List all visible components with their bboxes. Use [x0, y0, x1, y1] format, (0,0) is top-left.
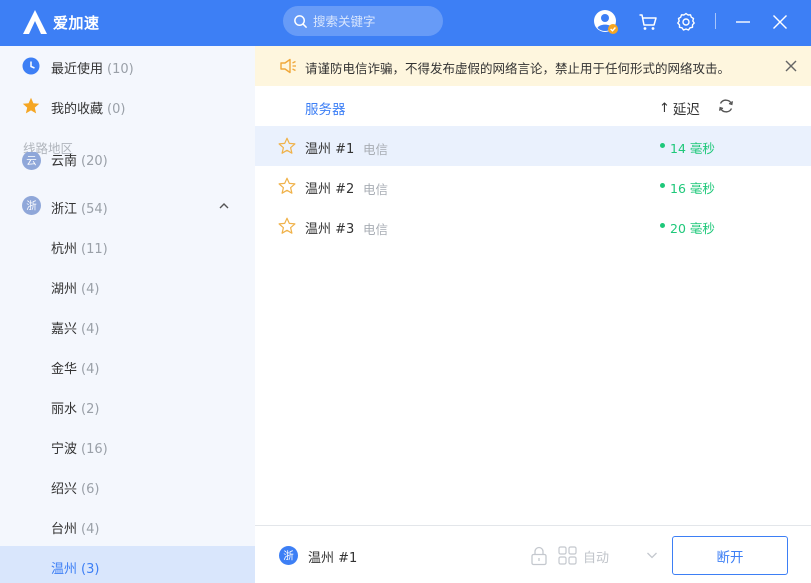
- user-avatar[interactable]: [592, 8, 620, 36]
- notice-close-icon[interactable]: [783, 58, 799, 74]
- column-header-server[interactable]: 服务器: [305, 98, 346, 118]
- current-server-name: 温州 #1: [308, 551, 358, 566]
- sidebar-item-label: 浙江: [51, 202, 78, 217]
- sidebar-item-recent[interactable]: 最近使用 (10): [0, 46, 255, 86]
- cart-icon: [639, 14, 657, 30]
- speaker-icon: [280, 58, 296, 74]
- close-icon: [773, 15, 787, 29]
- connection-footer: 浙 温州 #1 自动 断开: [255, 525, 811, 583]
- sidebar-item-label: 我的收藏: [51, 102, 104, 117]
- logo-icon: [23, 10, 47, 34]
- server-latency: 16 毫秒: [670, 181, 715, 196]
- sidebar-item-count: (10): [107, 62, 134, 77]
- sidebar-item-city[interactable]: 绍兴 (6): [0, 466, 255, 506]
- star-icon: [22, 97, 40, 114]
- sidebar-item-city[interactable]: 台州 (4): [0, 506, 255, 546]
- notice-text: 请谨防电信诈骗，不得发布虚假的网络言论，禁止用于任何形式的网络攻击。: [305, 61, 731, 76]
- city-label: 湖州: [51, 282, 78, 297]
- sidebar-item-label: 云南: [51, 154, 78, 169]
- sidebar-item-province-zhejiang[interactable]: 浙 浙江 (54): [0, 186, 255, 226]
- city-count: (4): [81, 282, 100, 297]
- server-row[interactable]: 温州 #3 电信 20 毫秒: [255, 206, 811, 246]
- sidebar-item-city[interactable]: 金华 (4): [0, 346, 255, 386]
- favorite-star-icon[interactable]: [278, 177, 296, 195]
- sidebar-item-city[interactable]: 杭州 (11): [0, 226, 255, 266]
- server-row[interactable]: 温州 #2 电信 16 毫秒: [255, 166, 811, 206]
- city-label: 宁波: [51, 442, 78, 457]
- sidebar: 最近使用 (10) 我的收藏 (0) 线路地区 云 云南 (20) 浙 浙江 (54) …: [0, 46, 255, 583]
- sidebar-item-label: 最近使用: [51, 62, 104, 77]
- search-box[interactable]: [283, 6, 443, 36]
- gear-icon: [677, 12, 695, 31]
- app-logo: 爱加速: [22, 9, 100, 35]
- province-badge: 浙: [22, 196, 41, 215]
- mode-select[interactable]: 自动: [583, 547, 609, 566]
- title-bar: 爱加速: [0, 0, 811, 46]
- settings-button[interactable]: [672, 8, 700, 36]
- sidebar-item-favorites[interactable]: 我的收藏 (0): [0, 86, 255, 126]
- cart-button[interactable]: [634, 8, 662, 36]
- city-count: (2): [81, 402, 100, 417]
- city-count: (11): [81, 242, 108, 257]
- favorite-star-icon[interactable]: [278, 137, 296, 155]
- server-isp: 电信: [363, 222, 389, 237]
- server-latency: 14 毫秒: [670, 141, 715, 156]
- sidebar-item-city[interactable]: 丽水 (2): [0, 386, 255, 426]
- sidebar-item-city[interactable]: 湖州 (4): [0, 266, 255, 306]
- city-label: 温州: [51, 562, 78, 577]
- chevron-up-icon[interactable]: [218, 200, 230, 212]
- clock-icon: [22, 57, 40, 75]
- province-badge: 云: [22, 152, 41, 170]
- column-header-latency-label: 延迟: [672, 102, 700, 118]
- minimize-button[interactable]: [729, 8, 757, 36]
- city-count: (4): [81, 522, 100, 537]
- sidebar-item-count: (54): [81, 202, 108, 217]
- grid-icon[interactable]: [558, 546, 577, 565]
- city-label: 丽水: [51, 402, 78, 417]
- disconnect-button[interactable]: 断开: [672, 536, 788, 575]
- sort-arrow-icon: ↑: [659, 100, 670, 116]
- app-name: 爱加速: [53, 13, 100, 32]
- search-input[interactable]: [313, 13, 443, 29]
- minimize-icon: [736, 21, 750, 23]
- city-label: 杭州: [51, 242, 78, 257]
- city-label: 金华: [51, 362, 78, 377]
- sidebar-item-city-selected[interactable]: 温州 (3): [0, 546, 255, 583]
- latency-status-dot: [660, 223, 665, 228]
- sidebar-item-city[interactable]: 嘉兴 (4): [0, 306, 255, 346]
- city-label: 台州: [51, 522, 78, 537]
- server-latency: 20 毫秒: [670, 221, 715, 236]
- close-button[interactable]: [766, 8, 794, 36]
- search-icon: [294, 14, 308, 28]
- server-row[interactable]: 温州 #1 电信 14 毫秒: [255, 126, 811, 166]
- sidebar-item-count: (20): [81, 154, 108, 169]
- lock-icon[interactable]: [530, 546, 548, 566]
- titlebar-divider: [715, 13, 716, 29]
- main-panel: 请谨防电信诈骗，不得发布虚假的网络言论，禁止用于任何形式的网络攻击。 服务器 ↑…: [255, 46, 811, 583]
- latency-status-dot: [660, 183, 665, 188]
- notice-banner: 请谨防电信诈骗，不得发布虚假的网络言论，禁止用于任何形式的网络攻击。: [255, 46, 811, 86]
- chevron-down-icon[interactable]: [646, 550, 658, 560]
- city-count: (4): [81, 322, 100, 337]
- city-label: 嘉兴: [51, 322, 78, 337]
- favorite-star-icon[interactable]: [278, 217, 296, 235]
- server-isp: 电信: [363, 142, 389, 157]
- avatar-icon: [594, 10, 618, 34]
- sidebar-item-city[interactable]: 宁波 (16): [0, 426, 255, 466]
- sidebar-item-count: (0): [107, 102, 126, 117]
- column-header-latency[interactable]: ↑ 延迟: [659, 98, 700, 119]
- refresh-icon[interactable]: [717, 97, 735, 115]
- server-name: 温州 #2: [305, 182, 355, 197]
- server-name: 温州 #1: [305, 142, 355, 157]
- city-count: (6): [81, 482, 100, 497]
- sidebar-item-province-yunnan[interactable]: 云 云南 (20): [0, 152, 255, 176]
- latency-status-dot: [660, 143, 665, 148]
- city-count: (16): [81, 442, 108, 457]
- city-count: (4): [81, 362, 100, 377]
- server-isp: 电信: [363, 182, 389, 197]
- server-name: 温州 #3: [305, 222, 355, 237]
- current-province-badge: 浙: [279, 546, 298, 565]
- city-label: 绍兴: [51, 482, 78, 497]
- city-count: (3): [81, 562, 100, 577]
